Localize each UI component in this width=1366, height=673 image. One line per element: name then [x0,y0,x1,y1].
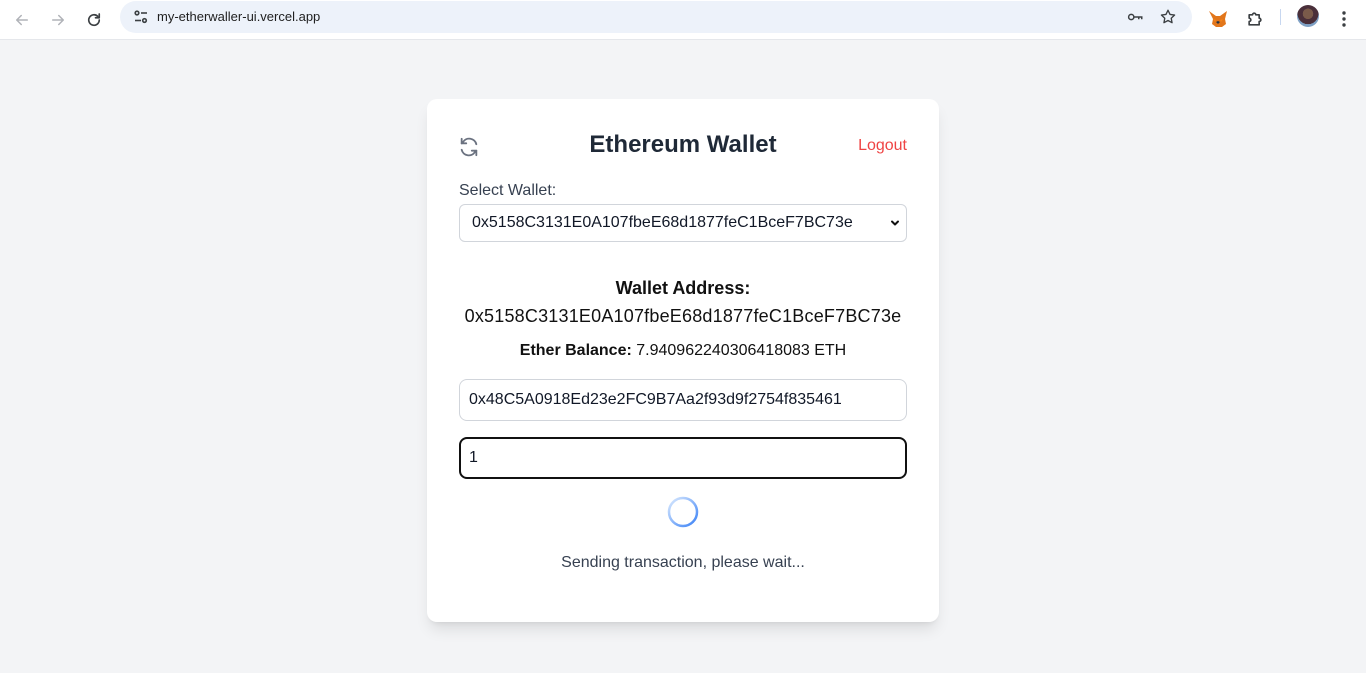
wallet-select[interactable]: 0x5158C3131E0A107fbeE68d1877feC1BceF7BC7… [459,204,907,242]
ether-balance-label: Ether Balance: [519,342,632,359]
password-key-icon [1127,13,1143,21]
more-menu-icon [1342,11,1346,27]
address-bar[interactable]: my-etherwaller-ui.vercel.app [120,1,1192,33]
back-button[interactable] [8,6,36,34]
url-text[interactable]: my-etherwaller-ui.vercel.app [157,9,320,24]
amount-input[interactable]: 1 [459,437,907,479]
select-wallet-label: Select Wallet: [459,182,557,199]
wallet-select-value: 0x5158C3131E0A107fbeE68d1877feC1BceF7BC7… [472,214,853,231]
transaction-status-text: Sending transaction, please wait... [561,554,805,571]
metamask-extension-button[interactable] [1204,5,1232,33]
wallet-address-value: 0x5158C3131E0A107fbeE68d1877feC1BceF7BC7… [464,306,902,326]
bookmark-star-icon [1160,9,1176,24]
password-manager-button[interactable] [1125,7,1145,27]
reload-icon [87,13,101,27]
back-arrow-icon [16,14,28,26]
amount-value: 1 [469,449,478,466]
extensions-button[interactable] [1241,5,1269,33]
ether-balance: Ether Balance: 7.940962240306418083 ETH [427,342,939,360]
browser-toolbar: my-etherwaller-ui.vercel.app [0,0,1366,40]
more-menu-button[interactable] [1330,5,1358,33]
forward-arrow-icon [52,14,64,26]
wallet-card: Ethereum Wallet Logout Select Wallet: 0x… [427,99,939,622]
extensions-puzzle-icon [1248,12,1262,26]
wallet-address-label: Wallet Address: [615,278,751,298]
toolbar-divider [1280,9,1281,25]
chevron-down-icon [891,220,899,226]
site-info-icon [134,10,148,24]
recipient-address-input[interactable]: 0x48C5A0918Ed23e2FC9B7Aa2f93d9f2754f8354… [459,379,907,421]
ether-balance-value: 7.940962240306418083 ETH [636,342,847,359]
logout-button[interactable]: Logout [858,137,907,155]
reload-button[interactable] [80,6,108,34]
metamask-fox-icon [1209,11,1227,27]
loading-spinner-icon [667,496,699,528]
recipient-address-value: 0x48C5A0918Ed23e2FC9B7Aa2f93d9f2754f8354… [469,391,842,408]
profile-avatar[interactable] [1297,5,1319,27]
site-info-button[interactable] [128,4,154,30]
bookmark-button[interactable] [1158,7,1178,27]
forward-button[interactable] [44,6,72,34]
